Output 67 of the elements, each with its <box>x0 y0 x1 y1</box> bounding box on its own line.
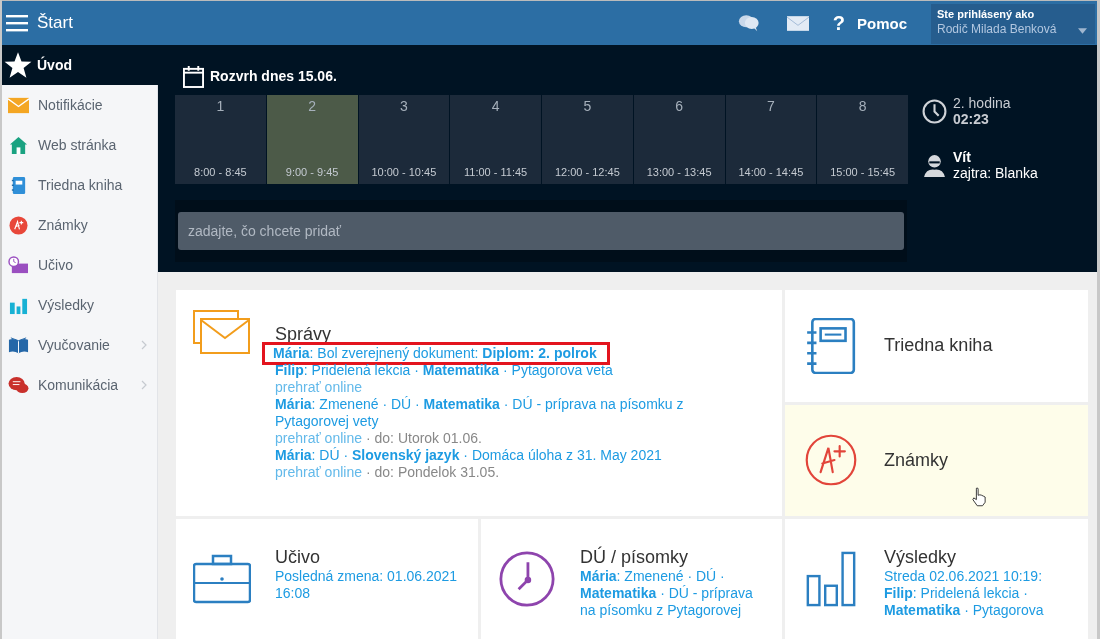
period-cell[interactable]: 5 12:00 - 12:45 <box>542 95 633 184</box>
period-cell[interactable]: 3 10:00 - 10:45 <box>358 95 450 184</box>
envelope-icon <box>8 95 29 115</box>
message-text[interactable]: Mária: Zmenené · DÚ · Matematika · DÚ - príprava na písomku z Pytagorovej vety <box>275 396 725 430</box>
tomorrow-text: zajtra: Blanka <box>953 165 1038 181</box>
notebook-icon <box>805 317 857 374</box>
message-text[interactable]: Filip: Pridelená lekcia · Matematika · Pytagorova veta <box>275 362 613 379</box>
message-text[interactable]: Mária: DÚ · Slovenský jazyk · Domáca úloha z 31. May 2021 <box>275 447 662 464</box>
star-icon <box>4 51 32 79</box>
schedule-title: Rozvrh dnes 15.06. <box>210 68 337 84</box>
sidebar-item[interactable]: Komunikácia <box>2 365 158 405</box>
dropdown-caret-icon <box>1078 28 1087 34</box>
due-date: · do: Pondelok 31.05. <box>366 464 500 480</box>
hand-cursor-icon <box>972 486 986 507</box>
screen-clock-icon <box>8 255 29 275</box>
house-icon <box>8 135 29 155</box>
dashboard-tile[interactable]: Výsledky Streda 02.06.2021 10:19: Filip: Pridelená lekcia · Matematika · Pytagorova <box>785 519 1088 639</box>
tile-text: Streda 02.06.2021 10:19: Filip: Pridelená lekcia · Matematika · Pytagorova <box>884 568 1045 619</box>
user-caption: Ste prihlásený ako <box>937 8 1036 20</box>
period-cell[interactable]: 1 8:00 - 8:45 <box>175 95 266 184</box>
shortcut-card[interactable]: Známky <box>785 404 1088 516</box>
tile-title: Učivo <box>275 547 321 568</box>
clock-icon <box>922 98 947 124</box>
grade-icon <box>8 215 29 235</box>
tile-title: Výsledky <box>884 547 958 568</box>
add-input-field[interactable]: zadajte, čo chcete pridať <box>178 212 904 250</box>
dashboard-tile[interactable]: Učivo Posledná zmena: 01.06.2021 16:08 <box>176 519 478 639</box>
remaining-time: 02:23 <box>953 111 990 127</box>
sidebar-item[interactable]: Notifikácie <box>2 85 158 125</box>
sidebar-item[interactable]: Učivo <box>2 245 158 285</box>
current-period: 2. hodina <box>953 95 1011 111</box>
tile-text: Posledná zmena: 01.06.2021 16:08 <box>275 568 459 602</box>
shortcut-card[interactable]: Triedna kniha <box>785 290 1088 402</box>
sidebar-item[interactable]: Výsledky <box>2 285 158 325</box>
messages-card[interactable] <box>176 290 782 516</box>
card-title: Správy <box>275 324 333 345</box>
message-text[interactable]: Mária: Bol zverejnený dokument: Diplom: 2. polrok <box>265 345 607 362</box>
calendar-icon <box>183 63 204 89</box>
tile-title: DÚ / písomky <box>580 547 690 568</box>
page-title: Štart <box>37 13 73 33</box>
tile-text: Mária: Zmenené · DÚ · Matematika · DÚ - príprava na písomku z Pytagorovej <box>580 568 754 619</box>
due-date: · do: Utorok 01.06. <box>366 430 482 446</box>
period-cell[interactable]: 6 13:00 - 13:45 <box>633 95 725 184</box>
dashboard-tile[interactable]: DÚ / písomky Mária: Zmenené · DÚ · Matematika · DÚ - príprava na písomku z Pytagorovej <box>481 519 782 639</box>
envelopes-icon <box>193 310 251 354</box>
period-cell[interactable]: 2 9:00 - 9:45 <box>266 95 358 184</box>
chevron-right-icon <box>141 380 147 390</box>
sidebar-item[interactable]: Vyučovanie <box>2 325 158 365</box>
help-button[interactable]: ? Pomoc <box>832 11 907 35</box>
period-cell[interactable]: 4 11:00 - 11:45 <box>450 95 541 184</box>
period-cell[interactable]: 7 14:00 - 14:45 <box>725 95 817 184</box>
sidebar-item[interactable]: Triedna kniha <box>2 165 158 205</box>
chat-bubbles-icon[interactable] <box>737 13 760 33</box>
clock-icon <box>498 551 556 607</box>
sidebar-item[interactable]: Web stránka <box>2 125 158 165</box>
user-menu[interactable]: Ste prihlásený ako Rodič Milada Benková <box>931 4 1095 44</box>
sidebar-item[interactable]: Úvod <box>2 45 158 85</box>
person-icon <box>922 152 947 178</box>
chevron-right-icon <box>141 340 147 350</box>
chat-bubbles-icon <box>8 375 29 395</box>
envelope-icon[interactable] <box>786 15 809 31</box>
sidebar-item[interactable]: Známky <box>2 205 158 245</box>
open-book-icon <box>8 335 29 355</box>
child-name: Vít <box>953 149 972 165</box>
menu-icon[interactable] <box>6 14 28 32</box>
user-name: Rodič Milada Benková <box>937 22 1057 36</box>
period-cell[interactable]: 8 15:00 - 15:45 <box>817 95 908 184</box>
